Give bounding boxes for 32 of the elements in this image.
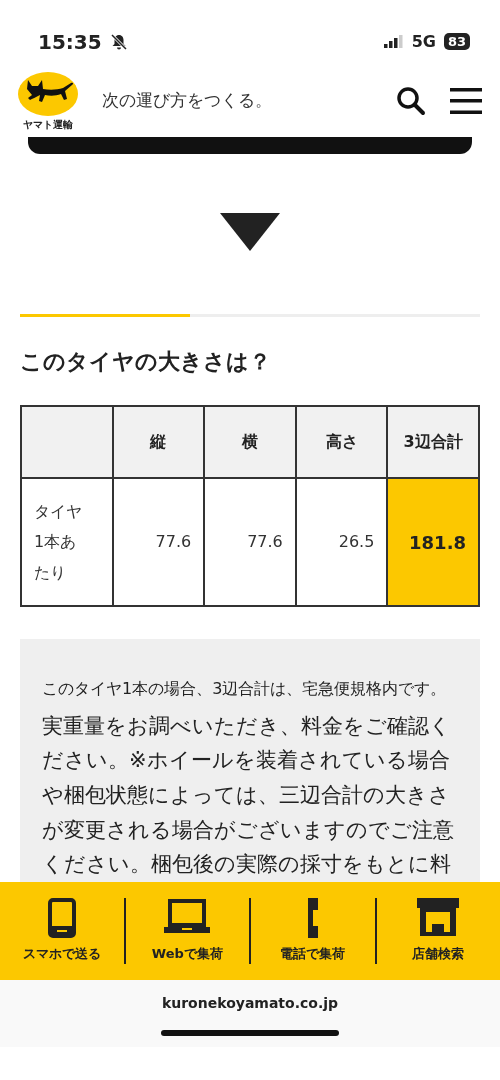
column-header: 縦 — [112, 406, 205, 479]
search-icon[interactable] — [396, 86, 426, 116]
down-triangle-icon — [220, 213, 280, 251]
url-text: kuronekoyamato.co.jp — [161, 993, 339, 1013]
store-icon — [417, 897, 460, 936]
smartphone-icon — [47, 897, 76, 938]
column-header: 横 — [204, 406, 296, 479]
nav-button[interactable]: 店舗検索 — [376, 897, 500, 964]
laptop-icon — [164, 897, 211, 934]
note-text: 実重量をお調べいただき、料金をご確認ください。※ホイールを装着されている場合や梱包状態によっては、三辺合計の大きさが変更される場合がございますのでご注意ください。梱包後の実際の採寸をもとに料 — [42, 712, 455, 879]
network-label: 5G — [411, 30, 436, 53]
table-cell: 77.6 — [204, 478, 296, 607]
column-header: 3辺合計 — [387, 406, 479, 479]
column-header: 高さ — [295, 406, 388, 479]
bell-slash-icon — [109, 32, 128, 51]
cat-logo-icon — [18, 72, 78, 116]
row-label: タイヤ1本あたり — [21, 478, 113, 607]
note-summary: このタイヤ1本の場合、3辺合計は、宅急便規格内です。 — [42, 678, 448, 701]
phone-handset-icon — [305, 897, 320, 938]
tagline: 次の運び方をつくる。 — [102, 89, 273, 113]
home-indicator[interactable] — [161, 1029, 339, 1036]
table-cell: 77.6 — [112, 478, 205, 607]
nav-button[interactable]: スマホで送る — [0, 897, 126, 964]
nav-button[interactable]: Webで集荷 — [125, 897, 251, 964]
battery-level: 83 — [443, 32, 470, 51]
table-cell: 181.8 — [387, 478, 479, 607]
logo-text: ヤマト運輸 — [23, 120, 73, 130]
menu-icon[interactable] — [450, 86, 482, 116]
section-heading: このタイヤの大きさは？ — [20, 349, 272, 376]
nav-button[interactable]: 電話で集荷 — [251, 897, 377, 964]
status-time: 15:35 — [38, 28, 102, 56]
signal-icon — [383, 35, 404, 48]
